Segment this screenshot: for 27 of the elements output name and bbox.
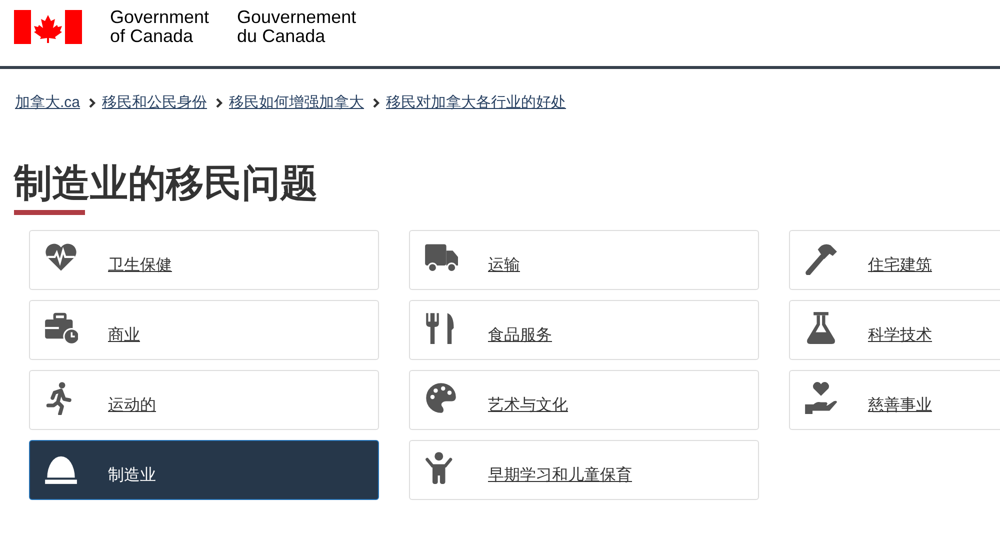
sector-card-link[interactable]: 运输 <box>409 230 759 290</box>
sector-card-link[interactable]: 科学技术 <box>789 300 1000 360</box>
sector-card-link[interactable]: 卫生保健 <box>29 230 379 290</box>
flask-icon <box>804 311 838 345</box>
hand-heart-icon <box>804 381 838 415</box>
breadcrumb-link[interactable]: 加拿大.ca <box>15 93 80 112</box>
canada-flag-icon <box>14 10 82 44</box>
sector-card-link[interactable]: 慈善事业 <box>789 370 1000 430</box>
sector-card-link[interactable]: 商业 <box>29 300 379 360</box>
briefcase-clock-icon <box>44 311 78 345</box>
chevron-icon <box>373 98 380 108</box>
breadcrumb-link[interactable]: 移民如何增强加拿大 <box>229 93 364 112</box>
sector-card-link[interactable]: 艺术与文化 <box>409 370 759 430</box>
sector-card-link[interactable]: 食品服务 <box>409 300 759 360</box>
breadcrumb-link[interactable]: 移民和公民身份 <box>102 93 208 112</box>
sector-card-link[interactable]: 住宅建筑 <box>789 230 1000 290</box>
sector-card-link[interactable]: 早期学习和儿童保育 <box>409 440 759 500</box>
government-name: Government of Canada <box>110 8 210 46</box>
government-name-french: Gouvernement du Canada <box>237 8 356 46</box>
breadcrumb-link[interactable]: 移民对加拿大各行业的好处 <box>386 93 566 112</box>
sector-card-link[interactable]: 运动的 <box>29 370 379 430</box>
chevron-icon <box>89 98 96 108</box>
paint-palette-icon <box>424 381 458 415</box>
chevron-icon <box>216 98 224 108</box>
title-underline <box>14 210 85 215</box>
page-title: 制造业的移民问题 <box>14 162 319 207</box>
sector-card-link[interactable]: 制造业 <box>29 440 379 500</box>
